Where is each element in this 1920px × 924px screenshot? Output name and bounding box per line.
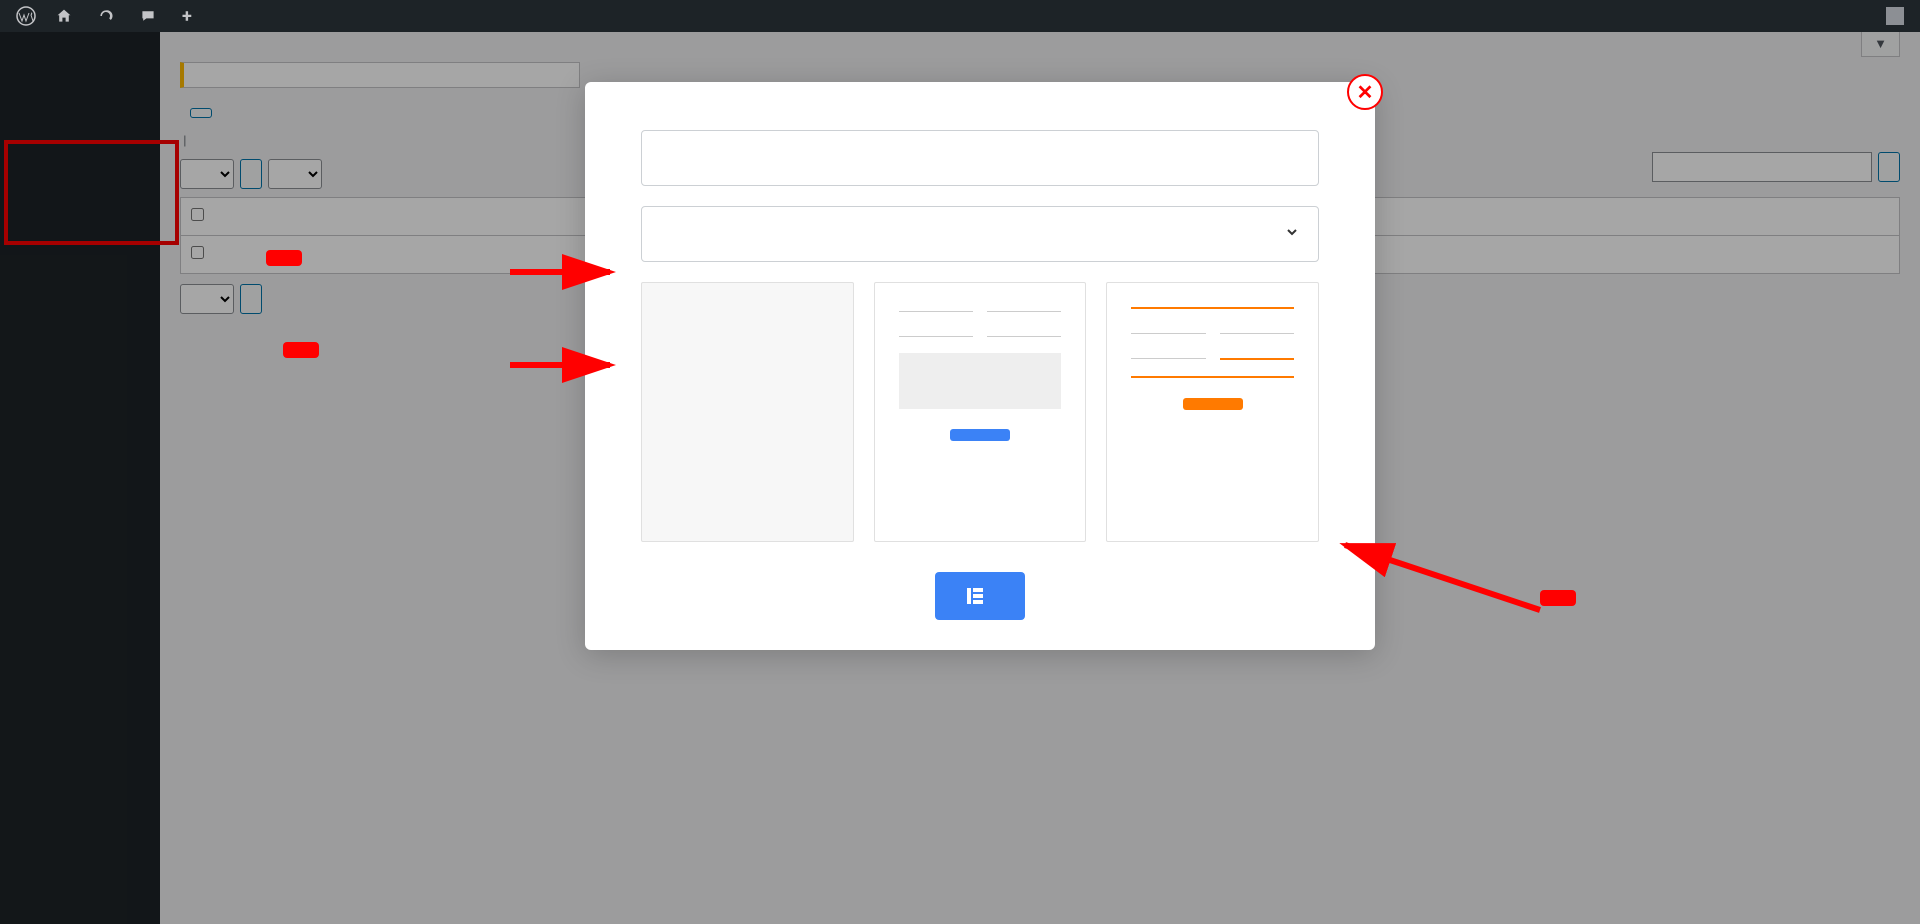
new-content[interactable]: + <box>174 0 206 32</box>
create-form-modal: ✕ <box>585 82 1375 650</box>
chevron-down-icon <box>1284 224 1300 245</box>
howdy[interactable] <box>1872 0 1912 32</box>
template-details[interactable] <box>1106 282 1319 542</box>
annotation-form-type <box>283 342 319 358</box>
form-name-field[interactable] <box>641 130 1319 186</box>
template-grid <box>641 282 1319 542</box>
avatar <box>1886 7 1904 25</box>
close-icon[interactable]: ✕ <box>1347 74 1383 110</box>
form-type-select[interactable] <box>641 206 1319 262</box>
updates[interactable] <box>90 0 128 32</box>
annotation-choose-template <box>1540 590 1576 606</box>
template-general[interactable] <box>874 282 1087 542</box>
template-blank[interactable] <box>641 282 854 542</box>
elementor-icon <box>965 586 985 606</box>
edit-form-button[interactable] <box>935 572 1025 620</box>
wp-logo[interactable] <box>8 0 44 32</box>
admin-bar: + <box>0 0 1920 32</box>
comments-ab[interactable] <box>132 0 170 32</box>
annotation-form-name <box>266 250 302 266</box>
site-home[interactable] <box>48 0 86 32</box>
